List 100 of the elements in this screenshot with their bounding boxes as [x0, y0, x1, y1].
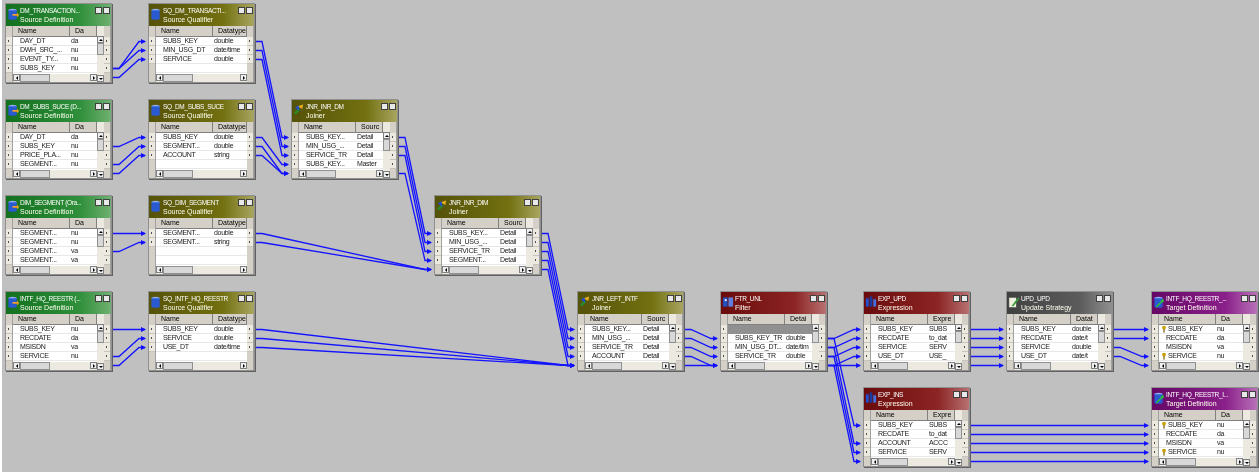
port-marker[interactable] [1250, 448, 1256, 457]
port-marker[interactable] [1007, 334, 1013, 343]
port-marker[interactable] [435, 247, 441, 256]
port-marker[interactable] [435, 229, 441, 238]
port-marker[interactable] [1250, 325, 1256, 334]
port-marker[interactable] [104, 64, 110, 73]
port-marker[interactable] [6, 37, 12, 46]
port-marker[interactable] [1007, 325, 1013, 334]
port-marker[interactable] [6, 247, 12, 256]
horizontal-scrollbar[interactable] [1159, 362, 1243, 370]
port-marker[interactable] [149, 37, 155, 46]
port-marker[interactable] [104, 160, 110, 169]
port-marker[interactable] [104, 151, 110, 160]
minimize-button[interactable] [103, 103, 110, 110]
port-marker[interactable] [104, 352, 110, 361]
port-marker[interactable] [149, 229, 155, 238]
minimize-button[interactable] [103, 7, 110, 14]
port-marker[interactable] [819, 352, 825, 361]
port-marker[interactable] [149, 55, 155, 64]
port-marker[interactable] [247, 343, 253, 352]
horizontal-scrollbar[interactable] [13, 74, 97, 82]
port-marker[interactable] [390, 142, 396, 151]
help-button[interactable] [381, 103, 388, 110]
port-marker[interactable] [6, 64, 12, 73]
port-marker[interactable] [104, 229, 110, 238]
port-marker[interactable] [676, 352, 682, 361]
minimize-button[interactable] [961, 391, 968, 398]
port-marker[interactable] [292, 142, 298, 151]
port-marker[interactable] [578, 334, 584, 343]
port-marker[interactable] [247, 133, 253, 142]
port-marker[interactable] [104, 55, 110, 64]
port-marker[interactable] [1250, 421, 1256, 430]
port-marker[interactable] [6, 151, 12, 160]
port-marker[interactable] [533, 238, 539, 247]
port-marker[interactable] [962, 430, 968, 439]
port-marker[interactable] [1152, 325, 1158, 334]
port-marker[interactable] [247, 325, 253, 334]
help-button[interactable] [238, 199, 245, 206]
minimize-button[interactable] [1249, 391, 1256, 398]
help-button[interactable] [95, 295, 102, 302]
port-marker[interactable] [676, 325, 682, 334]
port-marker[interactable] [1105, 334, 1111, 343]
port-marker[interactable] [962, 352, 968, 361]
port-marker[interactable] [6, 256, 12, 265]
port-marker[interactable] [676, 334, 682, 343]
port-marker[interactable] [149, 238, 155, 247]
port-marker[interactable] [864, 439, 870, 448]
port-marker[interactable] [247, 334, 253, 343]
port-marker[interactable] [864, 448, 870, 457]
minimize-button[interactable] [532, 199, 539, 206]
port-marker[interactable] [292, 151, 298, 160]
port-marker[interactable] [247, 142, 253, 151]
minimize-button[interactable] [103, 295, 110, 302]
port-marker[interactable] [6, 334, 12, 343]
port-marker[interactable] [292, 133, 298, 142]
port-marker[interactable] [247, 46, 253, 55]
port-marker[interactable] [247, 151, 253, 160]
port-marker[interactable] [149, 46, 155, 55]
port-marker[interactable] [435, 256, 441, 265]
port-marker[interactable] [247, 55, 253, 64]
help-button[interactable] [953, 391, 960, 398]
port-marker[interactable] [864, 343, 870, 352]
port-marker[interactable] [819, 325, 825, 334]
minimize-button[interactable] [1249, 295, 1256, 302]
port-marker[interactable] [104, 133, 110, 142]
port-marker[interactable] [578, 343, 584, 352]
help-button[interactable] [810, 295, 817, 302]
port-marker[interactable] [1152, 421, 1158, 430]
horizontal-scrollbar[interactable] [871, 362, 955, 370]
port-marker[interactable] [1152, 352, 1158, 361]
port-marker[interactable] [104, 325, 110, 334]
port-marker[interactable] [6, 343, 12, 352]
port-marker[interactable] [1152, 439, 1158, 448]
horizontal-scrollbar[interactable] [442, 266, 526, 274]
horizontal-scrollbar[interactable] [585, 362, 669, 370]
port-marker[interactable] [1007, 352, 1013, 361]
port-marker[interactable] [247, 37, 253, 46]
port-marker[interactable] [962, 448, 968, 457]
port-marker[interactable] [104, 334, 110, 343]
port-marker[interactable] [6, 352, 12, 361]
port-marker[interactable] [6, 142, 12, 151]
minimize-button[interactable] [246, 7, 253, 14]
port-marker[interactable] [390, 133, 396, 142]
port-marker[interactable] [104, 142, 110, 151]
horizontal-scrollbar[interactable] [1014, 362, 1098, 370]
port-marker[interactable] [1250, 334, 1256, 343]
horizontal-scrollbar[interactable] [156, 74, 247, 82]
horizontal-scrollbar[interactable] [156, 362, 247, 370]
port-marker[interactable] [104, 343, 110, 352]
minimize-button[interactable] [961, 295, 968, 302]
port-marker[interactable] [6, 46, 12, 55]
horizontal-scrollbar[interactable] [13, 170, 97, 178]
port-marker[interactable] [819, 343, 825, 352]
port-marker[interactable] [247, 238, 253, 247]
port-marker[interactable] [864, 421, 870, 430]
port-marker[interactable] [1250, 430, 1256, 439]
port-marker[interactable] [721, 334, 727, 343]
port-marker[interactable] [390, 151, 396, 160]
help-button[interactable] [95, 103, 102, 110]
port-marker[interactable] [247, 229, 253, 238]
